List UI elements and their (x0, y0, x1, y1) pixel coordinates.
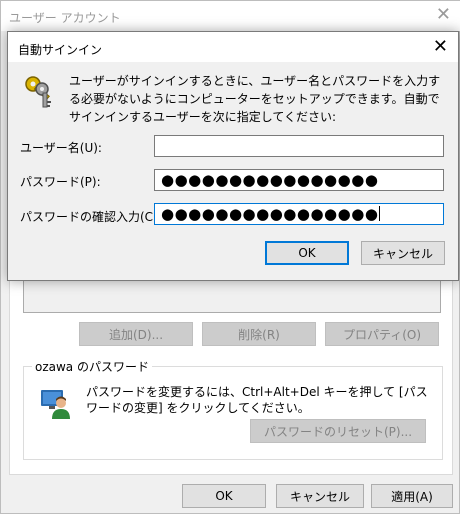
ok-button[interactable]: OK (265, 241, 349, 265)
username-input[interactable] (154, 135, 444, 157)
password-group: ozawa のパスワード パスワードを変更するには、Ctrl+Alt+Del キ… (23, 358, 443, 460)
users-list[interactable] (23, 279, 441, 313)
cancel-button[interactable]: キャンセル (361, 241, 445, 265)
users-icon (41, 390, 70, 419)
password-group-title: ozawa のパスワード (32, 358, 152, 375)
accounts-cancel-button[interactable]: キャンセル (276, 484, 364, 508)
properties-button[interactable]: プロパティ(O) (325, 322, 439, 346)
dialog-close-icon[interactable]: ✕ (433, 38, 448, 56)
keys-icon (25, 76, 51, 108)
password-label: パスワード(P): (20, 175, 101, 189)
dialog-title: 自動サインイン (18, 43, 103, 57)
user-accounts-title: ユーザー アカウント (9, 11, 121, 25)
password-value: ●●●●●●●●●●●●●●●● (161, 171, 379, 189)
user-accounts-titlebar: ユーザー アカウント ✕ (1, 1, 460, 31)
text-caret (379, 206, 381, 221)
confirm-password-input[interactable]: ●●●●●●●●●●●●●●●● (154, 203, 444, 225)
accounts-ok-button[interactable]: OK (182, 484, 266, 508)
dialog-description: ユーザーがサインインするときに、ユーザー名とパスワードを入力する必要がないように… (69, 74, 441, 124)
add-user-button[interactable]: 追加(D)... (79, 322, 193, 346)
remove-user-button[interactable]: 削除(R) (202, 322, 316, 346)
confirm-password-value: ●●●●●●●●●●●●●●●● (161, 205, 379, 223)
dialog-titlebar: 自動サインイン ✕ (8, 32, 458, 62)
password-input[interactable]: ●●●●●●●●●●●●●●●● (154, 169, 444, 191)
accounts-apply-button[interactable]: 適用(A) (371, 484, 453, 508)
auto-signin-dialog: 自動サインイン ✕ ユーザーがサインインするときに、ユーザー名とパスワードを入力… (7, 31, 459, 281)
reset-password-button[interactable]: パスワードのリセット(P)... (250, 419, 426, 443)
username-label: ユーザー名(U): (20, 141, 102, 155)
confirm-password-label: パスワードの確認入力(C): (20, 210, 162, 224)
user-accounts-close-icon[interactable]: ✕ (436, 6, 451, 24)
password-change-instructions: パスワードを変更するには、Ctrl+Alt+Del キーを押して [パスワードの… (86, 385, 428, 415)
